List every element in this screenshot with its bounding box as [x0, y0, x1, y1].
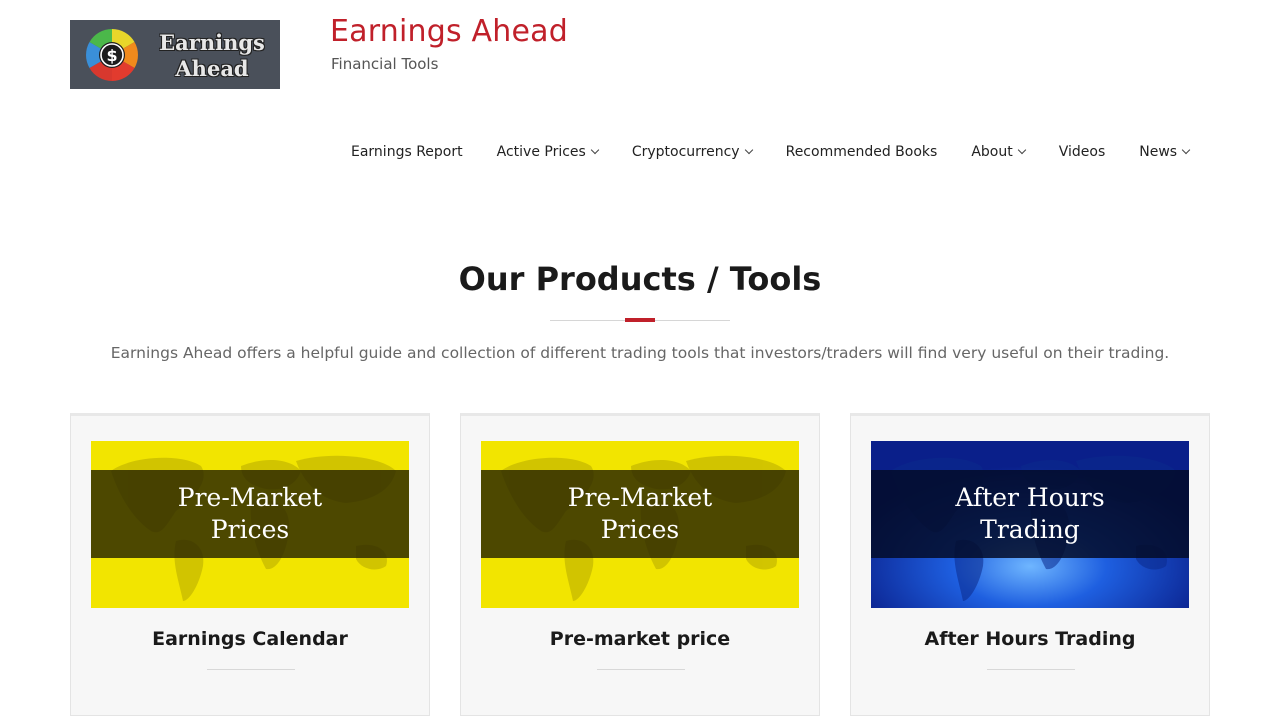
- nav-label: Cryptocurrency: [631, 144, 740, 160]
- nav-item-earnings-report[interactable]: Earnings Report: [334, 144, 480, 160]
- chevron-down-icon: [1017, 145, 1026, 155]
- card-title[interactable]: After Hours Trading: [851, 628, 1209, 650]
- chevron-down-icon: [590, 145, 600, 155]
- card-image-pre-market[interactable]: Pre-Market Prices: [481, 441, 799, 608]
- product-card[interactable]: Pre-Market Prices Earnings Calendar: [70, 413, 430, 716]
- section-divider-accent: [625, 318, 655, 322]
- nav-label: News: [1139, 144, 1178, 160]
- site-logo[interactable]: $ Earnings Ahead: [70, 20, 280, 89]
- nav-label: Active Prices: [496, 144, 586, 160]
- section-title: Our Products / Tools: [458, 260, 822, 298]
- nav-item-videos[interactable]: Videos: [1042, 144, 1123, 160]
- card-divider: [597, 669, 685, 670]
- product-card[interactable]: Pre-Market Prices Pre-market price: [460, 413, 820, 716]
- svg-text:$: $: [106, 46, 117, 65]
- nav-item-news[interactable]: News: [1122, 144, 1206, 160]
- nav-label: Videos: [1058, 144, 1106, 160]
- main-nav: Earnings Report Active Prices Cryptocurr…: [334, 144, 1206, 160]
- nav-item-cryptocurrency[interactable]: Cryptocurrency: [615, 144, 769, 160]
- site-tagline: Financial Tools: [331, 55, 439, 73]
- card-divider: [987, 669, 1075, 670]
- dollar-pie-icon: $: [86, 29, 138, 81]
- card-image-caption: Pre-Market Prices: [481, 470, 799, 558]
- nav-item-active-prices[interactable]: Active Prices: [480, 144, 615, 160]
- nav-label: About: [971, 144, 1013, 160]
- chevron-down-icon: [744, 145, 753, 155]
- nav-label: Recommended Books: [785, 144, 938, 160]
- card-title[interactable]: Pre-market price: [461, 628, 819, 650]
- card-image-caption: Pre-Market Prices: [91, 470, 409, 558]
- card-title[interactable]: Earnings Calendar: [71, 628, 429, 650]
- card-image-pre-market[interactable]: Pre-Market Prices: [91, 441, 409, 608]
- nav-item-about[interactable]: About: [954, 144, 1041, 160]
- site-title[interactable]: Earnings Ahead: [330, 14, 568, 49]
- chevron-down-icon: [1181, 145, 1191, 155]
- logo-text: Earnings Ahead: [159, 30, 265, 81]
- card-divider: [207, 669, 295, 670]
- product-card[interactable]: After Hours Trading After Hours Trading: [850, 413, 1210, 716]
- nav-label: Earnings Report: [351, 144, 463, 160]
- card-image-after-hours[interactable]: After Hours Trading: [871, 441, 1189, 608]
- section-description: Earnings Ahead offers a helpful guide an…: [110, 344, 1170, 362]
- card-image-caption: After Hours Trading: [871, 470, 1189, 558]
- nav-item-recommended-books[interactable]: Recommended Books: [769, 144, 955, 160]
